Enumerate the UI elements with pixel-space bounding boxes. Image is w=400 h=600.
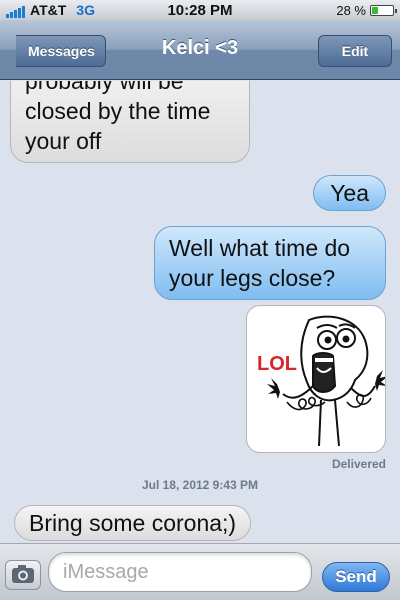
sent-message[interactable]: Yea: [313, 175, 386, 211]
edit-button[interactable]: Edit: [318, 35, 392, 67]
lol-caption: LOL: [257, 353, 297, 375]
rage-face-lol-image: LOL: [257, 315, 385, 447]
image-message[interactable]: LOL: [246, 305, 386, 453]
battery-level-fill: [372, 7, 378, 14]
sent-message[interactable]: Well what time do your legs close?: [154, 226, 386, 300]
send-button[interactable]: Send: [322, 562, 390, 592]
battery-percent: 28 %: [336, 3, 366, 18]
camera-icon: [12, 565, 34, 583]
battery-group: 28 %: [336, 3, 397, 18]
battery-icon: [370, 5, 397, 16]
message-list[interactable]: probably will be closed by the time your…: [0, 81, 400, 543]
compose-bar: Send: [0, 543, 400, 600]
camera-button[interactable]: [5, 560, 41, 590]
nav-bar: Messages Kelci <3 Edit: [0, 20, 400, 80]
status-bar: AT&T 3G 10:28 PM 28 %: [0, 0, 400, 20]
received-message[interactable]: probably will be closed by the time your…: [10, 81, 250, 163]
delivered-status: Delivered: [331, 457, 386, 471]
received-message[interactable]: Bring some corona;): [14, 505, 252, 541]
message-timestamp: Jul 18, 2012 9:43 PM: [141, 478, 259, 492]
message-input[interactable]: [48, 552, 312, 592]
